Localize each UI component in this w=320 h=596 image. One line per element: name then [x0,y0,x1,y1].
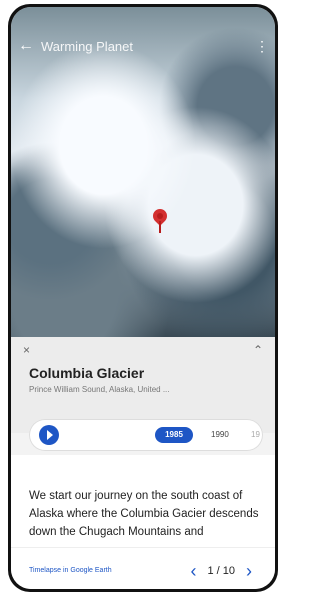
story-text: We start our journey on the south coast … [29,490,259,538]
chevron-up-icon[interactable]: ⌃ [253,343,263,357]
phone-frame: ← Warming Planet ⋮ × ⌃ Columbia Glacier … [8,4,278,592]
close-icon[interactable]: × [23,343,30,357]
play-button[interactable] [39,425,59,445]
more-options-icon[interactable]: ⋮ [249,38,275,55]
location-pin-stem [159,221,161,233]
timeline-bar: 1985 1990 19 [29,419,263,451]
panel-controls: × ⌃ [11,343,275,357]
page-count: 1 / 10 [207,565,235,577]
place-location: Prince William Sound, Alaska, United ... [29,385,170,394]
status-bar [11,7,275,25]
place-title: Columbia Glacier [29,365,145,381]
chevron-left-icon[interactable]: ‹ [185,562,201,580]
pager: ‹ 1 / 10 › [185,562,257,580]
app-bar: ← Warming Planet ⋮ [11,29,275,63]
chevron-right-icon[interactable]: › [241,562,257,580]
app-screen: ← Warming Planet ⋮ × ⌃ Columbia Glacier … [11,7,275,589]
year-third[interactable]: 19 [251,427,260,443]
timelapse-link[interactable]: Timelapse in Google Earth [29,567,112,574]
back-arrow-icon[interactable]: ← [11,37,41,55]
year-next[interactable]: 1990 [211,427,229,443]
page-title: Warming Planet [41,38,133,54]
year-selected[interactable]: 1985 [155,427,193,443]
